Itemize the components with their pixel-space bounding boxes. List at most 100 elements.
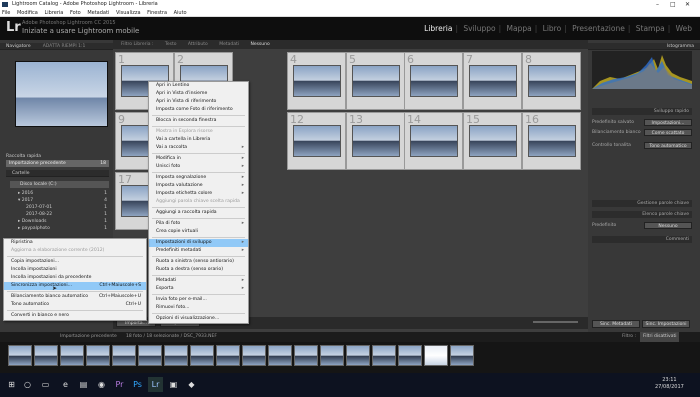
white-balance-row[interactable]: Bilanciamento bianco Come scattato <box>592 129 692 136</box>
photoshop-icon[interactable]: Ps <box>130 377 145 392</box>
module-stampa[interactable]: Stampa <box>636 24 665 33</box>
folders-header[interactable]: Cartelle <box>6 170 109 177</box>
filmstrip-thumb[interactable] <box>8 345 32 366</box>
submenu-item-convert-bw[interactable]: Converti in bianco e nero <box>4 312 146 320</box>
context-item[interactable]: Rimuovi foto... <box>149 304 248 312</box>
module-presentazione[interactable]: Presentazione <box>572 24 625 33</box>
context-item[interactable]: Imposta segnalazione ▸ <box>149 174 248 182</box>
module-libro[interactable]: Libro <box>543 24 562 33</box>
quick-develop-header[interactable]: Sviluppo rapido <box>592 108 692 115</box>
folder-item[interactable]: ▸ paypalphoto 1 <box>16 225 109 232</box>
menu-file[interactable]: File <box>2 10 10 16</box>
menu-foto[interactable]: Foto <box>70 10 81 16</box>
grid-cell[interactable]: 4 <box>287 52 346 110</box>
module-mappa[interactable]: Mappa <box>507 24 532 33</box>
chrome-icon[interactable]: ◉ <box>94 377 109 392</box>
thumbnail-size-slider[interactable] <box>533 321 578 323</box>
lightroom-taskbar-icon[interactable]: Lr <box>148 377 163 392</box>
filter-text[interactable]: Testo <box>165 42 177 47</box>
context-item[interactable]: Imposta etichetta colore ▸ <box>149 190 248 198</box>
menu-visualizza[interactable]: Visualizza <box>116 10 141 16</box>
white-balance-dropdown[interactable]: Come scattato <box>644 129 692 136</box>
filmstrip-thumb[interactable] <box>320 345 344 366</box>
context-item[interactable]: Imposta come Foto di riferimento <box>149 106 248 114</box>
folder-item[interactable]: 2017-07-01 1 <box>16 204 109 211</box>
context-item[interactable]: Vai a raccolta ▸ <box>149 144 248 152</box>
preset-dropdown[interactable]: Impostazioni... <box>644 119 692 126</box>
filter-attribute[interactable]: Attributo <box>188 42 208 47</box>
filter-metadata[interactable]: Metadati <box>219 42 239 47</box>
auto-tone-button[interactable]: Tono automatico <box>644 142 692 149</box>
context-item[interactable]: Esporta ▸ <box>149 285 248 293</box>
context-item[interactable]: Opzioni di visualizzazione... <box>149 315 248 323</box>
context-item[interactable]: Imposta valutazione ▸ <box>149 182 248 190</box>
submenu-item-auto-tone[interactable]: Tono automatico Ctrl+U <box>4 301 146 309</box>
start-button[interactable]: ⊞ <box>4 377 19 392</box>
context-item[interactable]: Unisci foto ▸ <box>149 163 248 171</box>
context-item[interactable]: Vai a cartella in Libreria <box>149 136 248 144</box>
explorer-icon[interactable]: ▤ <box>76 377 91 392</box>
mobile-sync-label[interactable]: Iniziate a usare Lightroom mobile <box>22 27 139 35</box>
keyword-header[interactable]: Gestione parole chiave <box>592 200 692 207</box>
app-icon[interactable]: ◆ <box>184 377 199 392</box>
submenu-item-copy-settings[interactable]: Copia impostazioni... <box>4 258 146 266</box>
context-item[interactable]: Crea copie virtuali <box>149 228 248 236</box>
module-sviluppo[interactable]: Sviluppo <box>463 24 495 33</box>
metadata-preset-dropdown[interactable]: Nessuno <box>644 222 692 229</box>
folder-item[interactable]: 2017-08-22 1 <box>16 211 109 218</box>
filmstrip-thumb[interactable] <box>294 345 318 366</box>
premiere-icon[interactable]: Pr <box>112 377 127 392</box>
context-item[interactable]: Modifica in ▸ <box>149 155 248 163</box>
module-web[interactable]: Web <box>676 24 692 33</box>
histogram-header[interactable]: Istogramma <box>588 43 700 50</box>
close-button[interactable]: ✕ <box>685 0 690 9</box>
submenu-item-paste-previous[interactable]: Incolla impostazioni da precedente <box>4 274 146 282</box>
app-icon[interactable]: ▣ <box>166 377 181 392</box>
filmstrip-thumb[interactable] <box>398 345 422 366</box>
grid-cell[interactable]: 12 <box>287 112 346 170</box>
grid-cell[interactable]: 13 <box>346 112 405 170</box>
filmstrip-thumb[interactable] <box>346 345 370 366</box>
filmstrip-thumb[interactable] <box>60 345 84 366</box>
edge-icon[interactable]: e <box>58 377 73 392</box>
filmstrip-filter-dropdown[interactable]: Filtri disattivati <box>640 332 680 342</box>
grid-cell[interactable]: 6 <box>404 52 463 110</box>
comments-header[interactable]: Commenti <box>592 236 692 243</box>
filmstrip-thumb[interactable] <box>86 345 110 366</box>
filmstrip-thumb[interactable] <box>424 345 448 366</box>
context-item[interactable]: Apri in Vista d'insieme <box>149 90 248 98</box>
folder-item[interactable]: ▸ 2016 1 <box>16 190 109 197</box>
filmstrip-thumb[interactable] <box>34 345 58 366</box>
filmstrip-thumb[interactable] <box>190 345 214 366</box>
context-item[interactable]: Predefiniti metadati ▸ <box>149 247 248 255</box>
keyword-list-header[interactable]: Elenco parole chiave <box>592 211 692 218</box>
filter-none[interactable]: Nessuno <box>250 42 269 47</box>
task-view-icon[interactable]: ▭ <box>38 377 53 392</box>
collection-row[interactable]: Raccolta rapida <box>6 154 109 159</box>
grid-cell[interactable]: 8 <box>522 52 581 110</box>
navigator-preview[interactable] <box>15 61 108 127</box>
context-item[interactable]: Mostra in Esplora risorse <box>149 128 248 136</box>
menu-finestra[interactable]: Finestra <box>147 10 167 16</box>
menu-metadati[interactable]: Metadati <box>87 10 109 16</box>
menu-aiuto[interactable]: Aiuto <box>174 10 187 16</box>
volume-row[interactable]: Disco locale (C:) <box>10 181 109 188</box>
menu-modifica[interactable]: Modifica <box>17 10 38 16</box>
metadata-preset-row[interactable]: Predefinito Nessuno <box>592 222 692 229</box>
grid-cell[interactable]: 16 <box>522 112 581 170</box>
context-item[interactable]: Blocca in seconda finestra <box>149 117 248 125</box>
sync-settings-button[interactable]: Sinc. Impostazioni <box>642 320 690 328</box>
context-item[interactable]: Apri in Vista di riferimento <box>149 98 248 106</box>
context-item-develop-settings[interactable]: Impostazioni di sviluppo ▸ <box>149 239 248 247</box>
context-item[interactable]: Pila di foto ▸ <box>149 220 248 228</box>
filmstrip-source[interactable]: Importazione precedente <box>60 332 117 342</box>
context-item[interactable]: Ruota a destra (senso orario) <box>149 266 248 274</box>
submenu-item-sync-settings[interactable]: Sincronizza impostazioni... Ctrl+Maiuscol… <box>4 282 146 290</box>
grid-cell[interactable]: 5 <box>346 52 405 110</box>
navigator-header[interactable]: Navigatore ADATTA RIEMPI 1:1 <box>0 43 113 50</box>
menu-libreria[interactable]: Libreria <box>44 10 63 16</box>
filmstrip-thumb[interactable] <box>138 345 162 366</box>
maximize-button[interactable]: □ <box>670 0 676 9</box>
filmstrip-thumb[interactable] <box>216 345 240 366</box>
context-item[interactable]: Apri in Lentino <box>149 82 248 90</box>
